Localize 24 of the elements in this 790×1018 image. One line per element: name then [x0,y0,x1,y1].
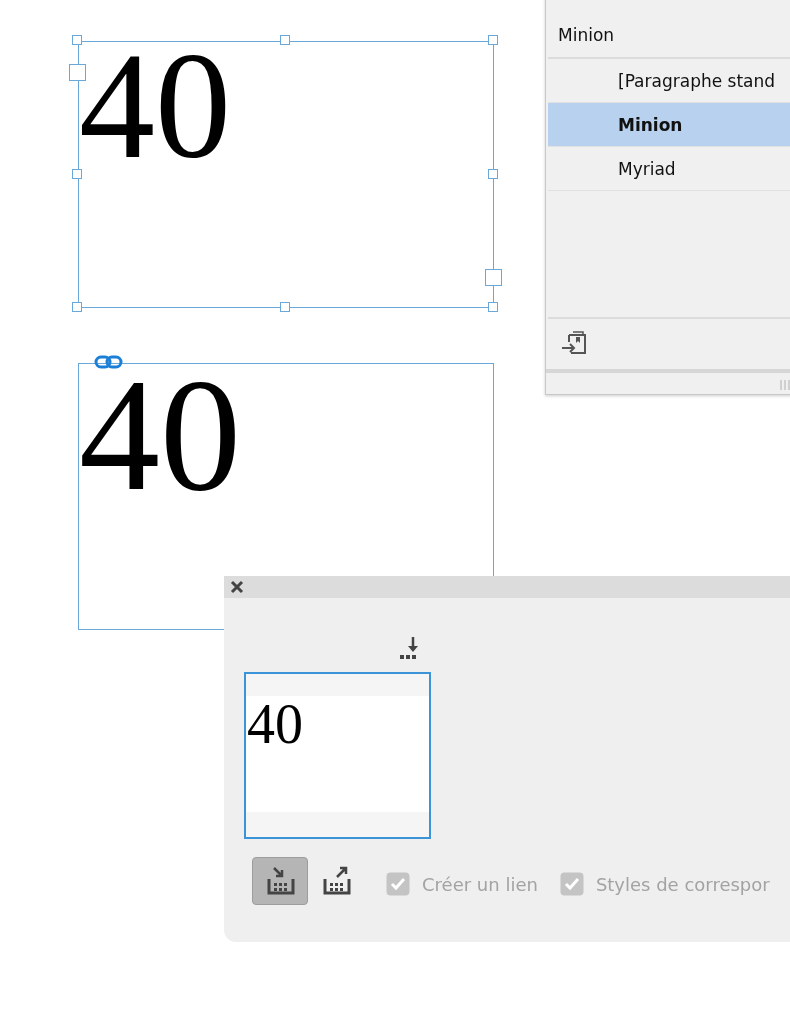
export-icon [321,866,351,896]
style-item[interactable]: Minion [548,103,790,147]
preview-text: 40 [247,696,303,752]
resize-handle[interactable] [72,35,82,45]
resize-handle[interactable] [488,168,498,179]
content-preview[interactable]: 40 [244,672,431,839]
resize-handle[interactable] [488,302,498,312]
resize-handle[interactable] [280,35,290,45]
resize-handle[interactable] [72,302,82,312]
checkbox-label: Créer un lien [422,873,538,895]
out-port[interactable] [485,269,502,286]
close-button[interactable] [230,580,244,594]
text-frame[interactable]: 40 [78,41,494,308]
resize-grip-icon[interactable] [780,380,790,390]
resize-handle[interactable] [72,168,82,179]
place-button[interactable] [252,857,308,905]
style-item[interactable]: Myriad [548,147,790,191]
download-icon[interactable] [399,636,421,660]
checkbox-label: Styles de correspor [595,873,770,895]
resize-handle[interactable] [488,35,498,45]
resize-handle[interactable] [280,302,290,312]
load-styles-icon[interactable] [561,331,587,357]
import-icon [265,866,295,896]
current-style: Minion [558,25,615,45]
